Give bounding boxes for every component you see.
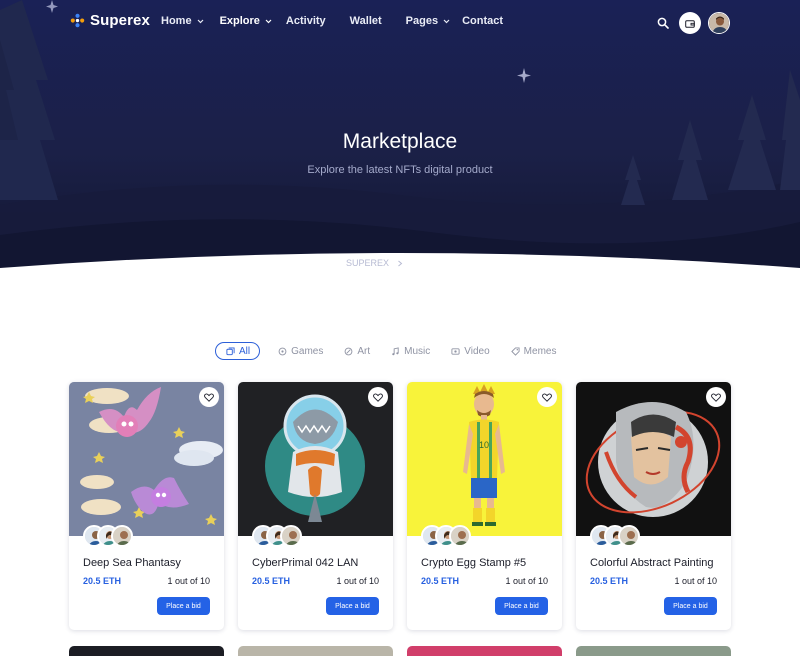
layers-icon [226,346,235,355]
breadcrumb-home[interactable]: SUPEREX [346,258,389,268]
chevron-right-icon [398,260,403,266]
owner-avatars [83,525,133,547]
brush-icon [344,347,353,355]
filter-label: Art [357,345,371,357]
nft-image[interactable]: 10 [407,382,562,536]
search-button[interactable] [654,14,672,32]
owner-avatars [590,525,640,547]
place-bid-button[interactable]: Place a bid [664,597,717,615]
nft-card-partial[interactable] [238,646,393,656]
favorite-button[interactable] [199,387,219,407]
heart-icon [711,393,721,402]
menu-item-wallet[interactable]: Wallet [350,15,382,27]
nft-title[interactable]: Colorful Abstract Painting [590,557,714,569]
category-filters: All Games Art Music Video Memes [215,342,577,360]
nft-card[interactable]: Colorful Abstract Painting 20.5 ETH 1 ou… [576,382,731,630]
search-icon [657,17,669,29]
favorite-button[interactable] [537,387,557,407]
owner-avatars [421,525,471,547]
chevron-down-icon [265,19,272,23]
menu-label: Contact [462,15,504,27]
favorite-button[interactable] [706,387,726,407]
nft-title[interactable]: CyberPrimal 042 LAN [252,557,358,569]
menu-item-explore[interactable]: Explore [220,15,272,27]
filter-music[interactable]: Music [391,342,430,360]
nft-card[interactable]: Deep Sea Phantasy 20.5 ETH 1 out of 10 P… [69,382,224,630]
nft-image[interactable] [576,382,731,536]
place-bid-button[interactable]: Place a bid [326,597,379,615]
top-navigation: Superex Home Explore Activity Wallet Pag… [0,0,800,44]
filter-label: Music [404,345,431,357]
menu-label: Activity [285,15,326,27]
nft-image[interactable] [238,382,393,536]
logo[interactable]: Superex [70,12,150,29]
svg-text:10: 10 [479,440,489,450]
nft-title[interactable]: Deep Sea Phantasy [83,557,181,569]
nft-image[interactable] [69,382,224,536]
filter-all[interactable]: All [215,342,261,360]
logo-icon [70,13,85,28]
breadcrumb: SUPEREX EXPLORE [0,258,800,268]
main-menu: Home Explore Activity Wallet Pages Conta… [161,15,503,27]
nft-card[interactable]: CyberPrimal 042 LAN 20.5 ETH 1 out of 10… [238,382,393,630]
owner-avatar[interactable] [280,525,302,547]
nft-stock: 1 out of 10 [674,576,717,586]
menu-label: Home [161,15,192,27]
nft-stock: 1 out of 10 [336,576,379,586]
menu-item-contact[interactable]: Contact [462,15,503,27]
nft-price: 20.5 ETH [421,576,460,586]
chevron-down-icon [443,19,450,23]
place-bid-button[interactable]: Place a bid [495,597,548,615]
menu-item-activity[interactable]: Activity [286,15,326,27]
breadcrumb-current: EXPLORE [411,258,455,268]
nft-card-partial[interactable] [576,646,731,656]
hero-banner: Superex Home Explore Activity Wallet Pag… [0,0,800,280]
heart-icon [542,393,552,402]
tag-icon [510,346,520,356]
owner-avatar[interactable] [449,525,471,547]
filter-memes[interactable]: Memes [510,342,557,360]
place-bid-button[interactable]: Place a bid [157,597,210,615]
filter-art[interactable]: Art [344,342,370,360]
page-subtitle: Explore the latest NFTs digital product [307,164,493,176]
wallet-icon [685,19,695,28]
owner-avatars [252,525,302,547]
user-avatar[interactable] [708,12,730,34]
page-title: Marketplace [342,130,458,153]
music-icon [392,346,399,355]
nft-stock: 1 out of 10 [505,576,548,586]
nft-price: 20.5 ETH [252,576,291,586]
menu-label: Pages [405,15,439,27]
filter-label: All [239,345,251,357]
filter-label: Memes [523,345,557,357]
owner-avatar[interactable] [111,525,133,547]
nft-price: 20.5 ETH [83,576,122,586]
menu-item-home[interactable]: Home [161,15,204,27]
nft-price: 20.5 ETH [590,576,629,586]
chevron-down-icon [197,19,203,23]
heart-icon [204,393,214,402]
nft-card[interactable]: 10 Crypto Egg Stamp #5 20.5 ETH 1 out of… [407,382,562,630]
heart-icon [373,393,383,402]
wallet-button[interactable] [679,12,701,34]
logo-text: Superex [90,12,150,29]
menu-label: Wallet [349,15,382,27]
nav-actions [654,12,730,34]
nft-card-partial[interactable] [407,646,562,656]
nft-card-partial[interactable] [69,646,224,656]
avatar-image [709,13,729,33]
video-icon [451,347,460,355]
menu-label: Explore [219,15,260,27]
gamepad-icon [278,347,287,355]
owner-avatar[interactable] [618,525,640,547]
filter-label: Video [464,345,490,357]
filter-games[interactable]: Games [278,342,323,360]
menu-item-pages[interactable]: Pages [406,15,450,27]
favorite-button[interactable] [368,387,388,407]
filter-video[interactable]: Video [451,342,490,360]
nft-stock: 1 out of 10 [167,576,210,586]
filter-label: Games [291,345,324,357]
nft-title[interactable]: Crypto Egg Stamp #5 [421,557,526,569]
